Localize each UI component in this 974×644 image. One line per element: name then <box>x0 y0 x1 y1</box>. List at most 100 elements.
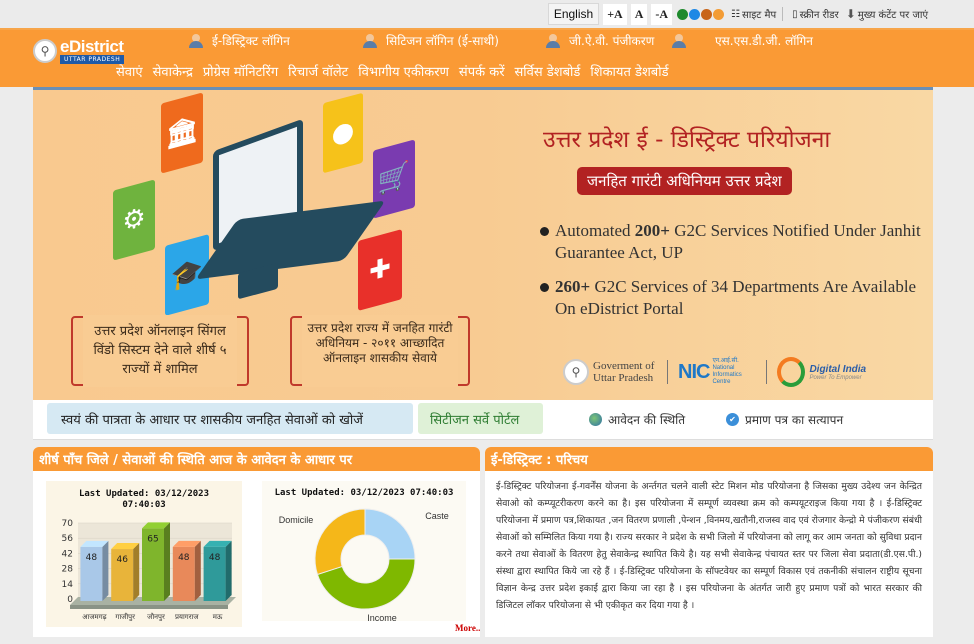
top5-states-text: उत्तर प्रदेश ऑनलाइन सिंगल विंडो सिस्टम द… <box>93 324 227 377</box>
up-emblem-icon: ⚲ <box>563 359 589 385</box>
gov-up-label: Goverment of Uttar Pradesh <box>593 360 655 384</box>
user-icon <box>545 33 563 48</box>
bar-side <box>225 540 232 601</box>
login-label: ई-डिस्ट्रिक्ट लॉगिन <box>212 34 290 48</box>
banner-subtitle: जनहित गारंटी अधिनियम उत्तर प्रदेश <box>577 167 792 195</box>
gav-registration-link[interactable]: जी.ऐ.वी. पंजीकरण <box>545 32 654 49</box>
edistrict-intro-panel: ई-डिस्ट्रिक्ट : परिचय ई-डिस्ट्रिक्ट परिय… <box>485 447 933 637</box>
main-nav: सेवाएं सेवाकेन्द्र प्रोग्रेस मॉनिटरिंग र… <box>116 62 669 80</box>
y-tick-label: 14 <box>62 580 74 590</box>
theme-color-1[interactable] <box>676 8 688 20</box>
citizen-login-link[interactable]: सिटिजन लॉगिन (ई-साथी) <box>362 32 499 49</box>
x-tick-label: गाजीपुर <box>115 612 135 621</box>
x-tick-label: प्रयागराज <box>175 613 199 621</box>
nav-service-dashboard[interactable]: सर्विस डेशबोर्ड <box>515 62 581 80</box>
certificate-verify-link[interactable]: ✔ प्रमाण पत्र का सत्यापन <box>726 411 843 428</box>
sitemap-link[interactable]: ☷ साइट मैप <box>731 7 777 22</box>
bar-side <box>194 540 201 601</box>
intro-text: ई-डिस्ट्रिक्ट परियोजना ई-गवर्नेंस योजना … <box>496 481 922 611</box>
logo-subtitle: UTTAR PRADESH <box>60 55 125 64</box>
login-label: एस.एस.डी.जी. लॉगिन <box>715 34 813 48</box>
digital-india-label: Digital India Power To Empower <box>809 363 867 381</box>
check-circle-icon: ✔ <box>726 413 739 426</box>
donut-chart: Caste Income Domicile <box>279 508 449 622</box>
highlight-automated: Automated 200+ G2C Services Notified Und… <box>539 220 933 264</box>
font-normal-button[interactable]: A <box>630 3 648 25</box>
nav-complaint-dashboard[interactable]: शिकायत डेशबोर्ड <box>590 62 668 80</box>
y-tick-label: 28 <box>62 565 74 575</box>
digital-india-icon <box>777 357 806 387</box>
site-header: ⚲ eDistrict UTTAR PRADESH ई-डिस्ट्रिक्ट … <box>0 30 974 87</box>
quick-links-strip: स्वयं की पात्रता के आधार पर शासकीय जनहित… <box>33 400 933 440</box>
y-tick-label: 42 <box>62 549 73 559</box>
skip-to-content-label: मुख्य कंटेंट पर जाएं <box>857 10 928 21</box>
slice-label: Domicile <box>279 515 314 525</box>
y-tick-label: 56 <box>62 534 74 544</box>
ssdg-login-link[interactable]: एस.एस.डी.जी. लॉगिन <box>671 32 813 49</box>
globe-icon <box>589 413 602 426</box>
nav-recharge-wallet[interactable]: रिचार्ज वॉलेट <box>288 62 348 80</box>
highlight-departments: 260+ G2C Services of 34 Departments Are … <box>539 276 933 320</box>
screen-reader-link[interactable]: ▯ स्क्रीन रीडर <box>792 7 839 22</box>
bar-chart: 0142842567048आजमगढ़46गाजीपुर65जौनपुर48प्… <box>62 519 236 621</box>
more-link[interactable]: More.. <box>455 623 480 633</box>
divider <box>782 7 784 21</box>
divider <box>766 360 768 384</box>
nic-logo: NIC एन.आई.सी. National Informatics Centr… <box>678 358 756 386</box>
arrow-down-icon: ⬇ <box>845 7 856 21</box>
bar-value-label: 48 <box>209 553 221 563</box>
theme-color-4[interactable] <box>712 8 724 20</box>
tractor-icon: ⚙ <box>113 179 155 261</box>
application-status-label: आवेदन की स्थिति <box>608 413 686 427</box>
screen-reader-label: स्क्रीन रीडर <box>799 10 839 21</box>
officer-icon <box>188 33 206 48</box>
language-button[interactable]: English <box>547 3 600 25</box>
gov-up-logo: ⚲ Goverment of Uttar Pradesh <box>563 359 657 385</box>
bar-side <box>164 522 170 601</box>
y-tick-label: 70 <box>62 519 74 529</box>
top-districts-panel: शीर्ष पाँच जिले / सेवाओं की स्थिति आज के… <box>33 447 480 637</box>
application-status-link[interactable]: आवेदन की स्थिति <box>589 411 685 428</box>
search-services-button[interactable]: स्वयं की पात्रता के आधार पर शासकीय जनहित… <box>47 403 413 434</box>
banner-highlights: Automated 200+ G2C Services Notified Und… <box>539 220 933 332</box>
bar-side <box>102 540 109 601</box>
panel-title: ई-डिस्ट्रिक्ट : परिचय <box>485 447 933 471</box>
nav-progress-monitoring[interactable]: प्रोग्रेस मॉनिटरिंग <box>203 62 278 80</box>
theme-color-2[interactable] <box>688 8 700 20</box>
sitemap-label: साइट मैप <box>742 10 777 21</box>
nav-contact[interactable]: संपर्क करें <box>459 62 505 80</box>
nav-services[interactable]: सेवाएं <box>116 62 143 80</box>
bar-value-label: 46 <box>116 555 128 565</box>
slice-label: Caste <box>425 511 449 521</box>
x-tick-label: आजमगढ़ <box>82 613 107 621</box>
font-decrease-button[interactable]: -A <box>651 3 673 25</box>
theme-color-3[interactable] <box>700 8 712 20</box>
donut-slice <box>314 508 366 576</box>
screen-reader-icon: ▯ <box>792 8 798 20</box>
services-illustration: 🏛 ● 🛒 ⚙ 🎓 ✚ <box>33 90 513 316</box>
bar-value-label: 48 <box>178 553 190 563</box>
hero-banner: 🏛 ● 🛒 ⚙ 🎓 ✚ उत्तर प्रदेश ऑनलाइन सिंगल वि… <box>33 87 933 400</box>
donut-slice <box>364 508 416 560</box>
login-label: सिटिजन लॉगिन (ई-साथी) <box>386 34 499 48</box>
chart-floor-edge <box>70 605 228 609</box>
theme-switcher <box>676 8 724 20</box>
citizen-survey-button[interactable]: सिटीजन सर्वे पोर्टल <box>418 403 543 434</box>
font-increase-button[interactable]: +A <box>603 3 627 25</box>
panel-title: शीर्ष पाँच जिले / सेवाओं की स्थिति आज के… <box>33 447 480 471</box>
skip-to-content-link[interactable]: ⬇ मुख्य कंटेंट पर जाएं <box>846 7 928 21</box>
bar-side <box>133 543 140 601</box>
top5-states-box: उत्तर प्रदेश ऑनलाइन सिंगल विंडो सिस्टम द… <box>71 315 249 387</box>
nic-sublabel: एन.आई.सी. National Informatics Centre <box>712 358 742 385</box>
nav-departmental-integration[interactable]: विभागीय एकीकरण <box>358 62 449 80</box>
janhit-act-text: उत्तर प्रदेश राज्य में जनहित गारंटी अधिन… <box>307 321 453 365</box>
edistrict-login-link[interactable]: ई-डिस्ट्रिक्ट लॉगिन <box>188 32 290 49</box>
bar-chart-title: Last Updated: 03/12/2023 07:40:03 <box>78 489 210 510</box>
nav-service-centers[interactable]: सेवाकेन्द्र <box>153 62 193 80</box>
accessibility-bar: English +A A -A ☷ साइट मैप ▯ स्क्रीन रीडर … <box>0 0 974 30</box>
piggy-bank-icon: ● <box>323 92 363 174</box>
nic-label: NIC <box>678 360 710 383</box>
x-tick-label: जौनपुर <box>147 612 165 621</box>
officer-icon <box>671 33 689 48</box>
bank-icon: 🏛 <box>161 92 203 174</box>
